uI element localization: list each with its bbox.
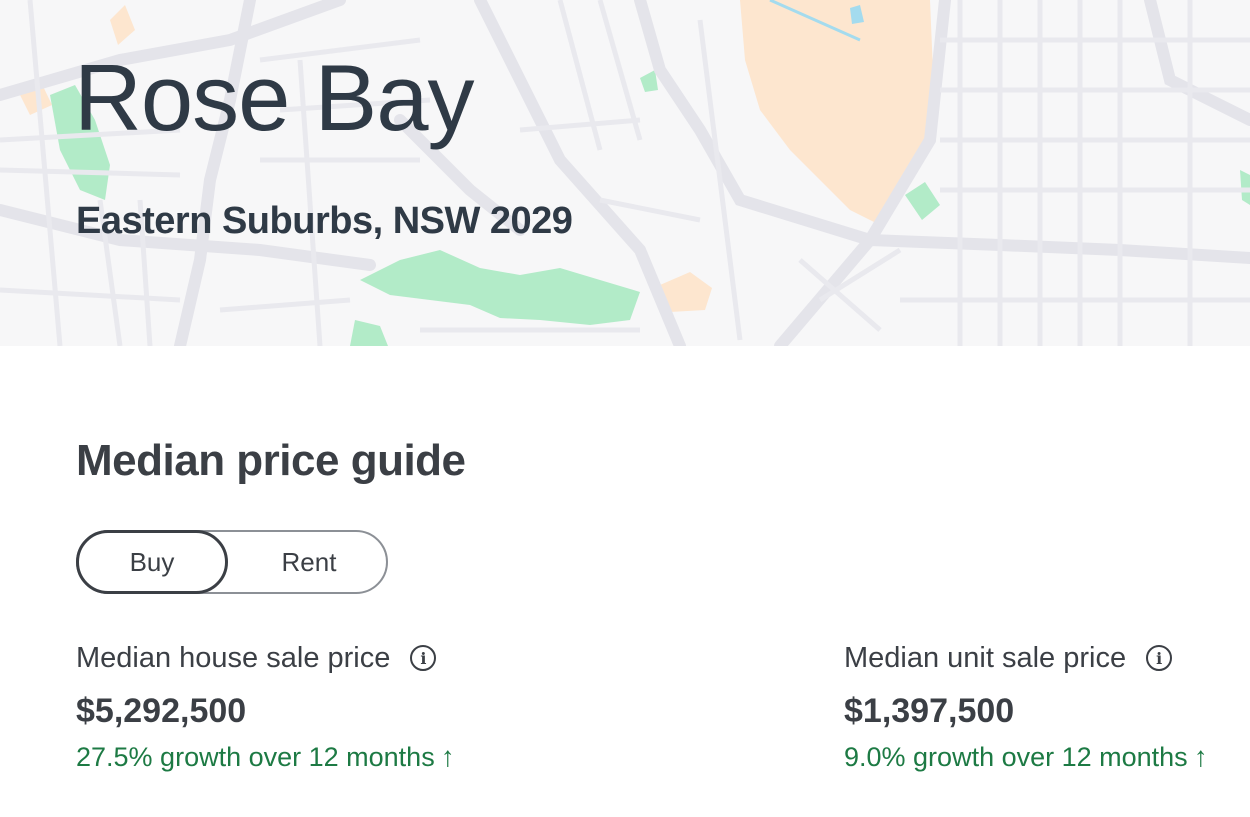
median-unit-price-card: Median unit sale price i $1,397,500 9.0%… <box>844 638 1208 773</box>
info-icon[interactable]: i <box>410 645 437 671</box>
buy-rent-toggle: Buy Rent <box>76 530 388 594</box>
house-growth-text: 27.5% growth over 12 months <box>76 741 435 772</box>
unit-price-label: Median unit sale price <box>844 641 1127 674</box>
house-growth-row: 27.5% growth over 12 months ↑ <box>76 741 455 773</box>
unit-growth-text: 9.0% growth over 12 months <box>844 741 1188 772</box>
suburb-map-banner: Rose Bay Eastern Suburbs, NSW 2029 <box>0 0 1250 346</box>
info-icon[interactable]: i <box>1146 645 1173 671</box>
suburb-location: Eastern Suburbs, NSW 2029 <box>76 200 573 242</box>
house-price-value: $5,292,500 <box>76 692 247 730</box>
arrow-up-icon: ↑ <box>1193 741 1208 772</box>
median-price-guide-title: Median price guide <box>76 436 466 485</box>
house-price-label-row: Median house sale price i <box>76 638 455 678</box>
unit-price-value: $1,397,500 <box>844 692 1015 730</box>
unit-price-label-row: Median unit sale price i <box>844 638 1208 678</box>
suburb-title: Rose Bay <box>74 45 475 150</box>
arrow-up-icon: ↑ <box>440 741 455 772</box>
house-price-label: Median house sale price <box>76 641 391 674</box>
buy-toggle-button[interactable]: Buy <box>76 530 228 594</box>
median-house-price-card: Median house sale price i $5,292,500 27.… <box>76 638 455 773</box>
unit-growth-row: 9.0% growth over 12 months ↑ <box>844 741 1208 773</box>
rent-toggle-button[interactable]: Rent <box>228 530 390 594</box>
